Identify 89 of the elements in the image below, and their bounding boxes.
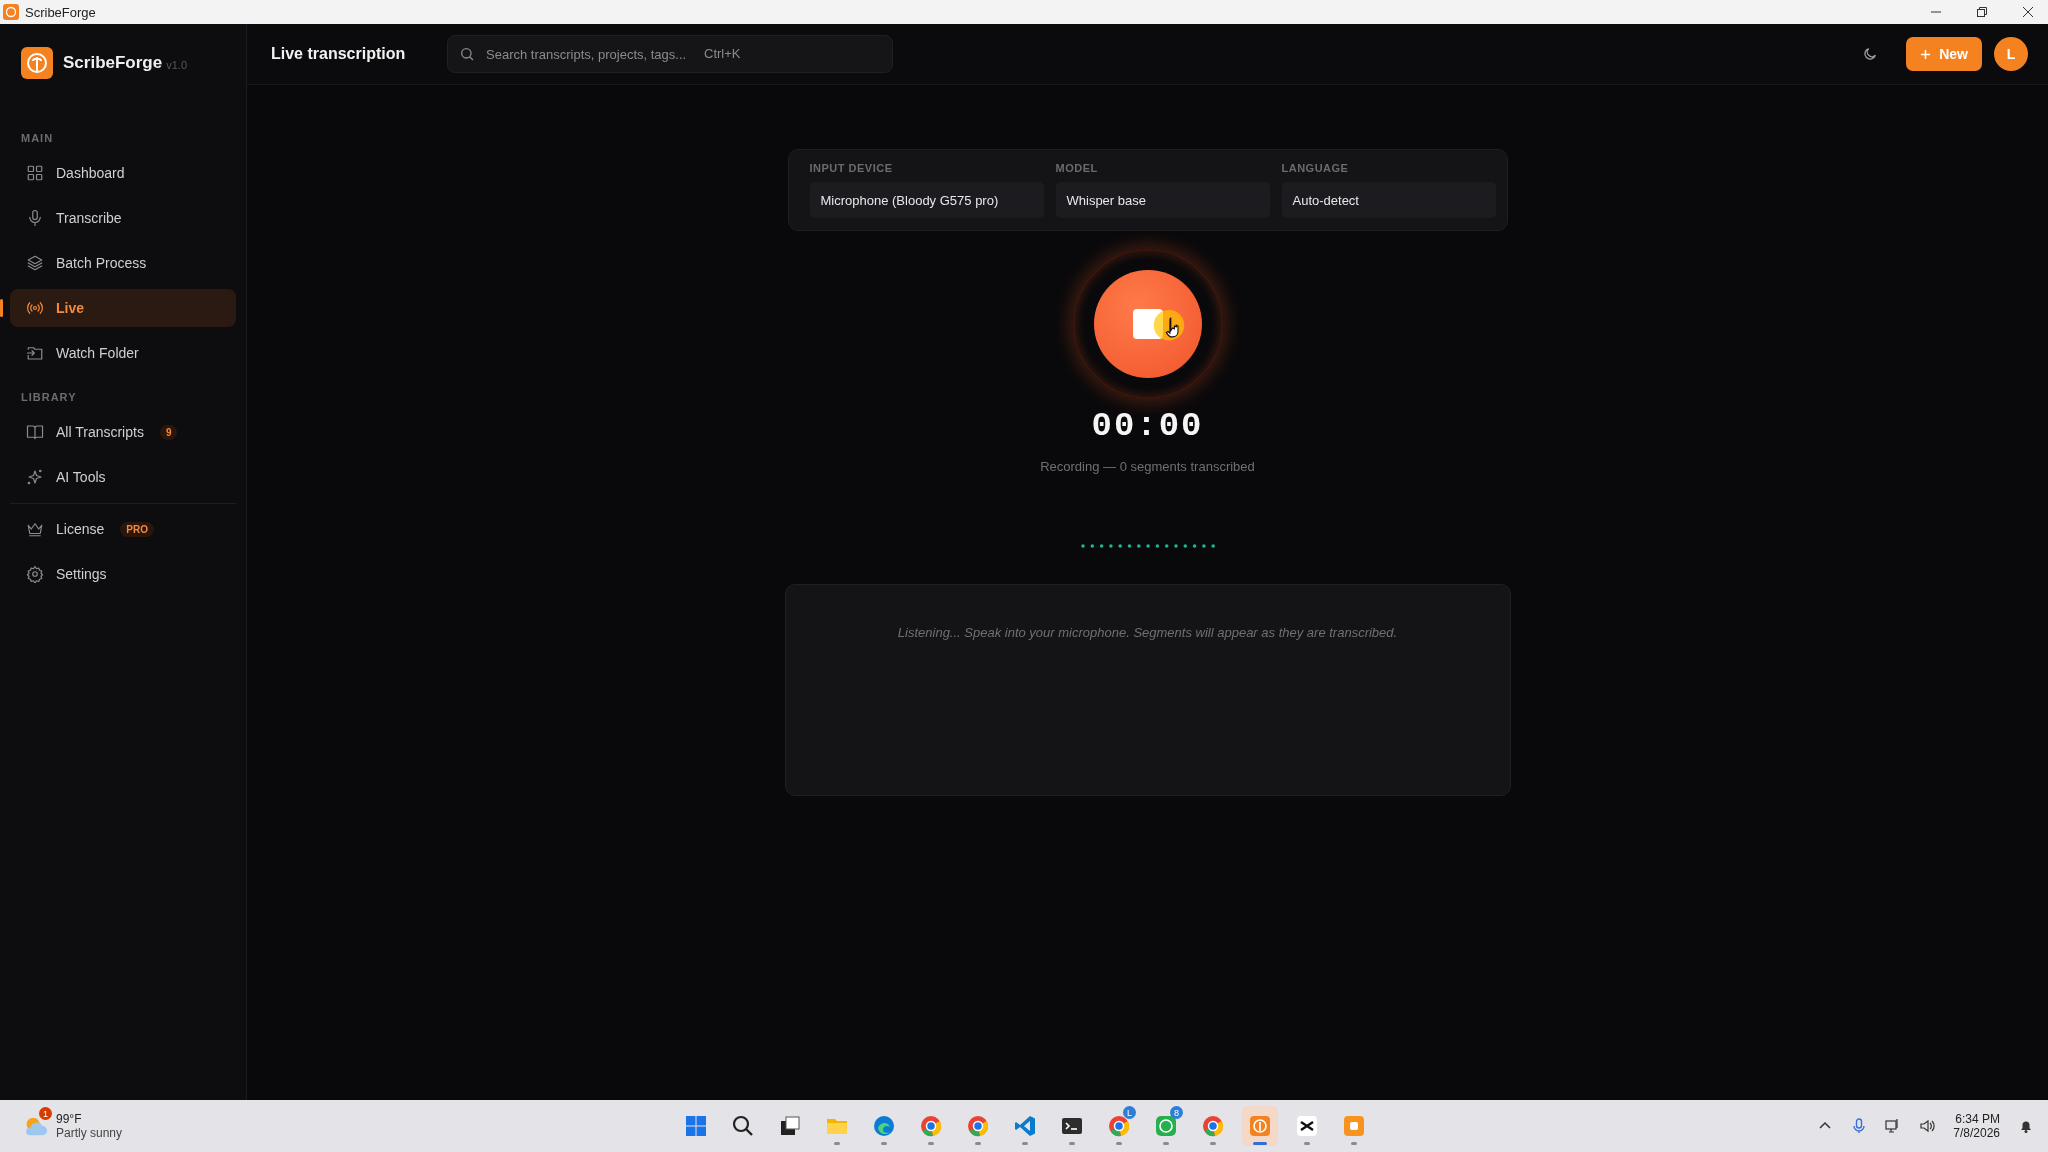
stop-button[interactable]	[1093, 270, 1202, 378]
temperature: 99°F	[56, 1112, 83, 1126]
browser-icon[interactable]	[1107, 1114, 1131, 1138]
sidebar-item[interactable]: Watch Folder	[10, 334, 236, 372]
running-indicator	[1163, 1142, 1169, 1145]
weather-condition: Partly sunny	[56, 1126, 123, 1140]
clock-time: 6:34 PM	[1955, 1112, 2000, 1126]
sidebar-item-label: Transcribe	[56, 210, 122, 226]
running-indicator	[928, 1142, 934, 1145]
running-indicator	[1304, 1142, 1310, 1145]
window-title: ScribeForge	[25, 4, 96, 20]
close-icon[interactable]	[2022, 6, 2034, 18]
sidebar-item[interactable]: AI Tools	[10, 458, 236, 496]
sidebar-item[interactable]: Settings	[10, 555, 236, 593]
browser-icon[interactable]	[1201, 1114, 1225, 1138]
version-label: v1.0	[166, 59, 187, 71]
sparkle-icon	[26, 468, 44, 486]
sidebar-item[interactable]: All Transcripts 9	[10, 413, 236, 451]
taskbar-app[interactable]: L	[1101, 1106, 1137, 1146]
sidebar-item-label: AI Tools	[56, 469, 106, 485]
app-logo-icon	[21, 47, 53, 79]
section-heading: LIBRARY	[20, 390, 78, 405]
field-label: INPUT DEVICE	[809, 162, 894, 174]
pro-badge: 9	[159, 424, 178, 440]
brand-name: ScribeForge	[63, 53, 163, 73]
sidebar-item-label: Watch Folder	[56, 345, 139, 361]
notification-badge: 1	[39, 1107, 52, 1120]
sidebar-item[interactable]: License PRO	[10, 510, 236, 548]
book-icon	[26, 423, 44, 441]
wave-logo-icon[interactable]	[872, 1114, 896, 1138]
broadcast-icon	[26, 299, 44, 317]
running-indicator	[1022, 1142, 1028, 1145]
sidebar-item[interactable]: Transcribe	[10, 199, 236, 237]
layers-icon	[26, 254, 44, 272]
field-label: LANGUAGE	[1281, 162, 1350, 174]
task-view-icon[interactable]	[778, 1114, 802, 1138]
start-icon[interactable]	[684, 1114, 708, 1138]
folder-icon	[26, 344, 44, 362]
sidebar-item-label: License	[56, 521, 105, 537]
timer: 00:00	[1091, 407, 1204, 445]
grid-icon	[26, 164, 44, 182]
browser-icon[interactable]	[966, 1114, 990, 1138]
app-badge: 8	[1170, 1106, 1183, 1119]
scissors-icon[interactable]	[1295, 1114, 1319, 1138]
pro-badge: PRO	[120, 521, 154, 537]
running-indicator	[1253, 1142, 1267, 1145]
running-indicator	[1069, 1142, 1075, 1145]
running-indicator	[1210, 1142, 1216, 1145]
sidebar-item-label: Batch Process	[56, 255, 147, 271]
crown-icon	[26, 520, 44, 538]
restore-icon[interactable]	[1976, 6, 1988, 18]
sidebar-item-label: Settings	[56, 566, 107, 582]
browser-icon[interactable]	[919, 1114, 943, 1138]
section-heading: MAIN	[20, 131, 55, 146]
running-indicator	[834, 1142, 840, 1145]
search-icon	[459, 46, 475, 62]
sidebar-item-label: All Transcripts	[56, 424, 144, 440]
sidebar-item-label: Dashboard	[56, 165, 125, 181]
taskbar-app[interactable]: 8	[1148, 1106, 1184, 1146]
shortcut-hint: Ctrl+K	[704, 46, 741, 61]
running-indicator	[975, 1142, 981, 1145]
settings-icon	[26, 565, 44, 583]
chat-icon[interactable]	[1154, 1114, 1178, 1138]
select-field[interactable]: Auto-detect	[1281, 182, 1496, 218]
running-indicator	[1351, 1142, 1357, 1145]
sidebar-item[interactable]: Dashboard	[10, 154, 236, 192]
clock-date: 7/8/2026	[1953, 1126, 2000, 1140]
microphone-icon[interactable]	[1851, 1118, 1868, 1134]
code-editor-icon[interactable]	[1013, 1114, 1037, 1138]
page-title: Live transcription	[271, 45, 407, 63]
running-indicator	[881, 1142, 887, 1145]
field-label: MODEL	[1055, 162, 1099, 174]
select-field[interactable]: Whisper base	[1055, 182, 1270, 218]
moon-icon[interactable]	[1862, 46, 1879, 62]
empty-state-message: Listening... Speak into your microphone. Segments will appear as they are transcribed.	[897, 625, 1398, 641]
app-logo-icon	[3, 4, 19, 20]
status-text: Recording — 0 segments transcribed	[1040, 459, 1255, 474]
sidebar-item[interactable]: Batch Process	[10, 244, 236, 282]
microphone-icon	[26, 209, 44, 227]
plus-icon	[1920, 48, 1932, 60]
square-app-icon[interactable]	[1342, 1114, 1366, 1138]
select-field[interactable]: Microphone (Bloody G575 pro)	[809, 182, 1044, 218]
search-icon[interactable]	[731, 1114, 755, 1138]
active-indicator	[0, 299, 3, 317]
sidebar-item-label: Live	[56, 300, 84, 316]
app-badge: L	[1123, 1106, 1136, 1119]
app-logo-icon[interactable]	[1248, 1114, 1272, 1138]
running-indicator	[1116, 1142, 1122, 1145]
volume-icon[interactable]	[1919, 1118, 1936, 1134]
